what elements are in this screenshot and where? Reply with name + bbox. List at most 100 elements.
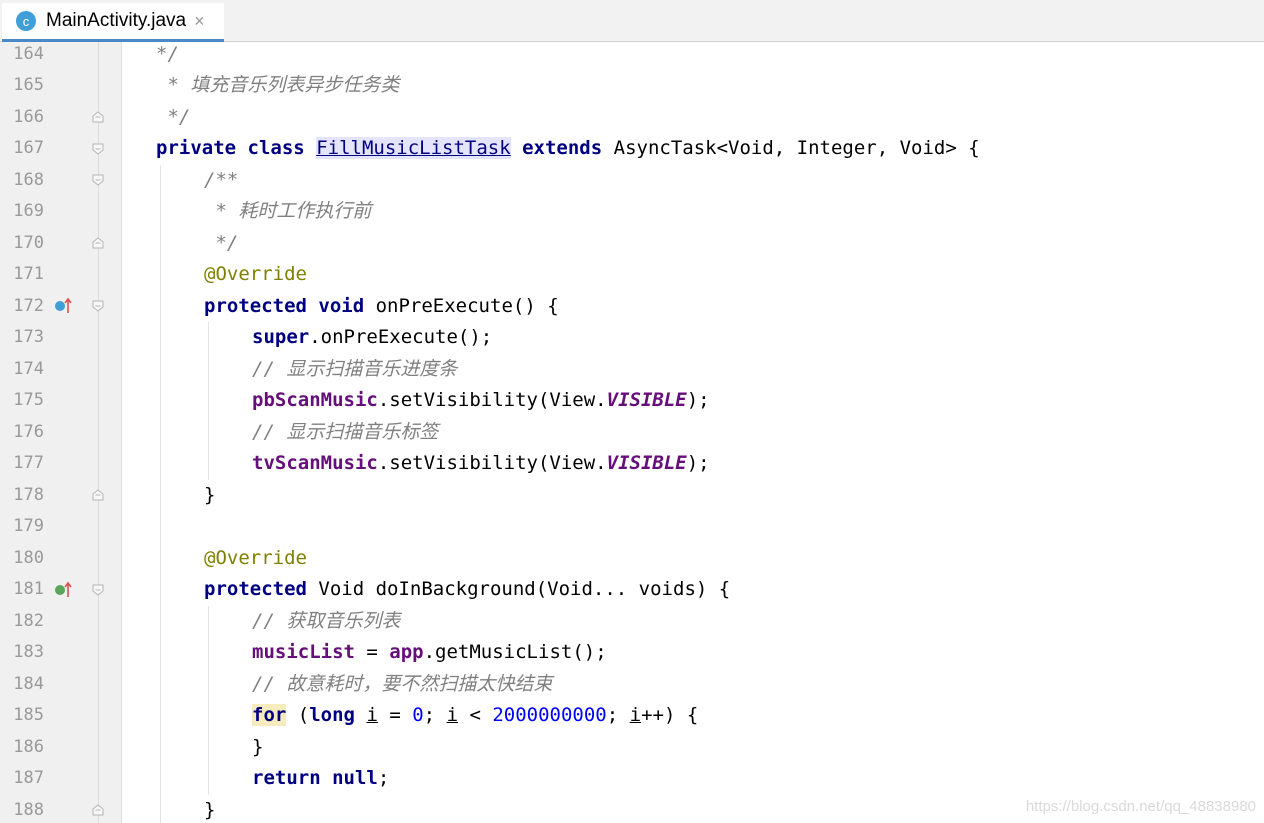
code-text: protected Void doInBackground(Void... vo… xyxy=(204,574,730,606)
code-line[interactable]: 186} xyxy=(0,732,1264,764)
code-line[interactable]: 165 * 填充音乐列表异步任务类 xyxy=(0,70,1264,102)
code-line[interactable]: 175 pbScanMusic.setVisibility(View.VISIBL… xyxy=(0,385,1264,417)
code-line[interactable]: 179 xyxy=(0,511,1264,543)
line-number: 181 xyxy=(13,579,44,599)
line-number: 188 xyxy=(13,799,44,820)
code-token: } xyxy=(252,735,264,758)
code-token: super xyxy=(252,326,310,348)
code-text: */ xyxy=(156,42,179,70)
code-line[interactable]: 183 musicList = app.getMusicList(); xyxy=(0,637,1264,669)
code-token: long xyxy=(309,704,355,726)
override-method-icon[interactable] xyxy=(54,296,74,316)
code-line[interactable]: 166 */ xyxy=(0,102,1264,134)
code-token: .getMusicList(); xyxy=(423,641,607,663)
code-line[interactable]: 167 private class FillMusicListTask exten… xyxy=(0,133,1264,165)
code-line[interactable]: 180 @Override xyxy=(0,543,1264,575)
code-line[interactable]: 170 */ xyxy=(0,228,1264,260)
code-token: protected xyxy=(204,578,307,600)
code-token: private xyxy=(156,137,237,159)
fold-end-icon[interactable] xyxy=(92,489,104,501)
code-token: } xyxy=(204,798,216,821)
code-line[interactable]: 178} xyxy=(0,480,1264,512)
fold-end-icon[interactable] xyxy=(92,237,104,249)
tab-main-activity[interactable]: c MainActivity.java × xyxy=(2,3,224,42)
code-token: // 显示扫描音乐进度条 xyxy=(252,357,458,380)
code-token: ++) { xyxy=(641,704,699,726)
code-token: i xyxy=(366,704,378,726)
code-line[interactable]: 177 tvScanMusic.setVisibility(View.VISIBL… xyxy=(0,448,1264,480)
code-token: tvScanMusic xyxy=(252,452,378,474)
code-token: = xyxy=(377,704,413,726)
implement-method-icon[interactable] xyxy=(54,580,74,600)
code-line[interactable]: 173 super.onPreExecute(); xyxy=(0,322,1264,354)
code-token: */ xyxy=(156,105,191,128)
code-token: ; xyxy=(606,704,630,726)
close-icon[interactable]: × xyxy=(194,11,205,32)
code-text: // 显示扫描音乐进度条 xyxy=(252,354,457,386)
code-line[interactable]: 187 return null; xyxy=(0,763,1264,795)
code-text: } xyxy=(204,795,215,823)
code-text: protected void onPreExecute() { xyxy=(204,291,559,323)
fold-start-icon[interactable] xyxy=(92,300,104,312)
code-text: private class FillMusicListTask extends … xyxy=(156,133,980,165)
code-line[interactable]: 176 // 显示扫描音乐标签 xyxy=(0,417,1264,449)
watermark: https://blog.csdn.net/qq_48838980 xyxy=(1025,798,1256,815)
code-token: musicList xyxy=(252,641,355,663)
line-number: 185 xyxy=(13,705,44,725)
code-text: tvScanMusic.setVisibility(View.VISIBLE); xyxy=(252,448,710,480)
fold-start-icon[interactable] xyxy=(92,584,104,596)
code-token: void xyxy=(318,294,365,317)
code-text: */ xyxy=(204,228,238,260)
code-editor[interactable]: 164 */165 * 填充音乐列表异步任务类 166 */167 private c… xyxy=(0,42,1264,823)
code-text: // 显示扫描音乐标签 xyxy=(252,417,438,449)
code-line[interactable]: 181 protected Void doInBackground(Void...… xyxy=(0,574,1264,606)
code-token: @Override xyxy=(204,546,307,569)
tab-title: MainActivity.java xyxy=(46,10,187,31)
code-token: .setVisibility(View. xyxy=(377,452,607,474)
code-token: .onPreExecute(); xyxy=(309,326,493,348)
code-text: // 故意耗时，要不然扫描太快结束 xyxy=(252,669,552,701)
code-token: extends xyxy=(522,137,603,159)
line-number: 186 xyxy=(13,736,44,757)
code-line[interactable]: 169 * 耗时工作执行前 xyxy=(0,196,1264,228)
code-text: * 填充音乐列表异步任务类 xyxy=(156,70,399,102)
line-number: 180 xyxy=(13,547,44,568)
code-text: // 获取音乐列表 xyxy=(252,606,400,638)
code-line[interactable]: 168 /** xyxy=(0,165,1264,197)
line-number: 173 xyxy=(13,327,44,347)
code-text: } xyxy=(252,732,263,764)
code-token: < xyxy=(458,704,493,726)
code-text: @Override xyxy=(204,259,307,291)
code-token: VISIBLE xyxy=(606,452,687,474)
fold-end-icon[interactable] xyxy=(92,111,104,123)
code-text: super.onPreExecute(); xyxy=(252,322,492,354)
code-text: } xyxy=(204,480,215,512)
line-number: 187 xyxy=(13,768,44,788)
code-line[interactable]: 164 */ xyxy=(0,42,1264,70)
code-token: 0 xyxy=(412,704,424,726)
fold-start-icon[interactable] xyxy=(92,174,104,186)
code-line[interactable]: 174 // 显示扫描音乐进度条 xyxy=(0,354,1264,386)
line-number: 170 xyxy=(13,232,44,253)
code-token: = xyxy=(354,641,390,663)
code-token: */ xyxy=(156,42,179,65)
code-line[interactable]: 185 for (long i = 0; i < 2000000000; i++)… xyxy=(0,700,1264,732)
code-line[interactable]: 172 protected void onPreExecute() { xyxy=(0,291,1264,323)
fold-end-icon[interactable] xyxy=(92,804,104,816)
code-line[interactable]: 171 @Override xyxy=(0,259,1264,291)
line-number: 165 xyxy=(13,75,44,95)
code-line[interactable]: 184 // 故意耗时，要不然扫描太快结束 xyxy=(0,669,1264,701)
code-token: app xyxy=(389,641,424,663)
line-number: 166 xyxy=(13,106,44,127)
code-token: null xyxy=(332,767,378,789)
fold-start-icon[interactable] xyxy=(92,143,104,155)
code-text: for (long i = 0; i < 2000000000; i++) { xyxy=(252,700,698,732)
code-token: onPreExecute() { xyxy=(364,294,559,317)
code-line[interactable]: 182 // 获取音乐列表 xyxy=(0,606,1264,638)
code-token: pbScanMusic xyxy=(252,389,378,411)
